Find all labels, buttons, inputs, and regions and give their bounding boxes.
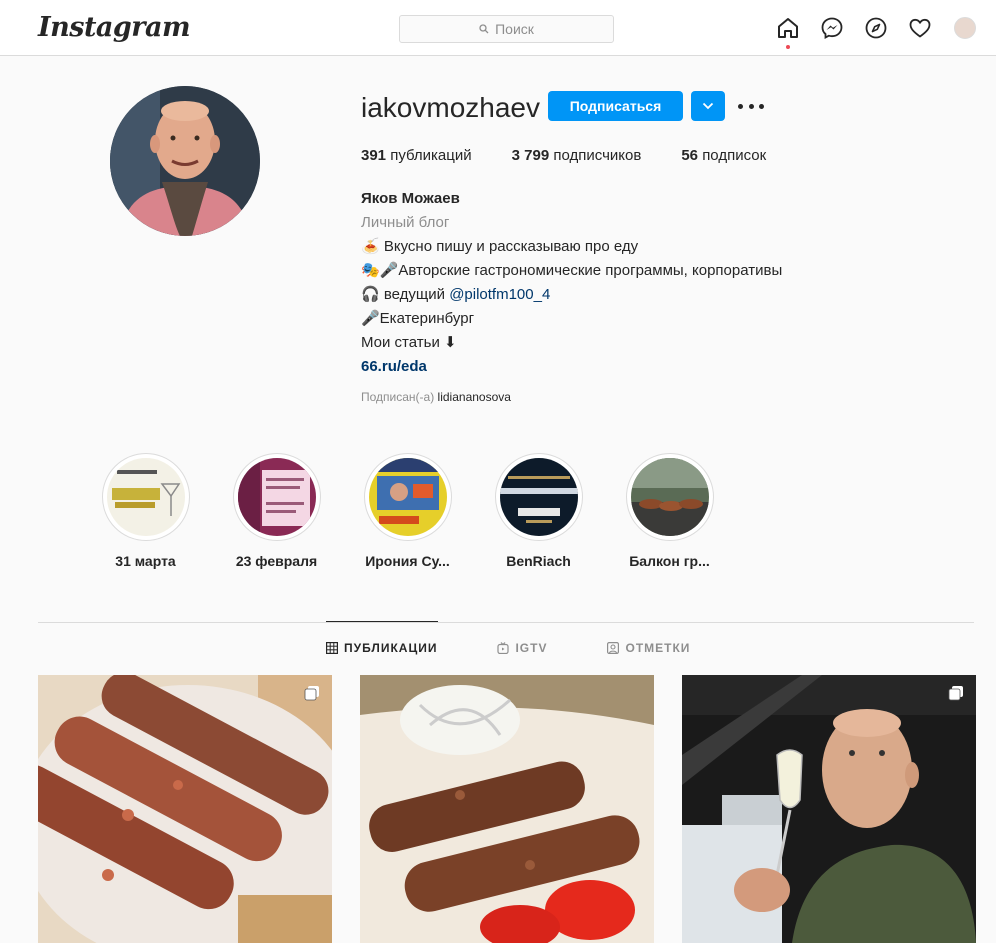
highlight-cover [237,458,316,536]
profile-username: iakovmozhaev [361,92,540,123]
bio-line: 🎤Екатеринбург [361,310,475,327]
home-icon[interactable] [776,16,800,49]
highlight-item[interactable]: Ирония Су... [342,453,473,569]
highlight-label: Ирония Су... [365,553,450,569]
heart-icon[interactable] [908,16,932,40]
highlight-label: 31 марта [115,553,176,569]
highlight-item[interactable]: BenRiach [473,453,604,569]
bio-line: Мои статьи ⬇ [361,334,457,351]
notification-dot [786,45,790,49]
mention-link[interactable]: @pilotfm100_4 [449,286,550,303]
top-navigation-bar: Instagram Поиск [0,0,996,56]
search-icon [479,24,489,34]
search-placeholder: Поиск [495,21,534,37]
followers-count[interactable]: 3 799 подписчиков [512,147,642,164]
profile-tabs: ПУБЛИКАЦИИ IGTV ОТМЕТКИ [326,641,750,655]
search-input[interactable]: Поиск [399,15,614,43]
tab-posts[interactable]: ПУБЛИКАЦИИ [326,641,437,655]
profile-picture[interactable] [110,86,260,236]
suggested-accounts-button[interactable] [691,91,725,121]
carousel-icon [948,686,963,701]
story-highlights: 31 марта 23 февраля Ирония Су... BenRiac… [80,453,735,569]
carousel-icon [304,686,319,701]
highlight-item[interactable]: Балкон гр... [604,453,735,569]
posts-count: 391 публикаций [361,147,472,164]
chevron-down-icon [702,102,714,110]
grid-icon [326,642,338,654]
followed-by[interactable]: Подписан(-а) lidiananosova [361,390,511,404]
bio-line: 🎧 ведущий @pilotfm100_4 [361,286,551,303]
tabs-divider [38,622,974,623]
messenger-icon[interactable] [820,16,844,40]
tagged-icon [607,642,620,654]
post-thumbnail[interactable] [682,675,976,943]
highlight-label: 23 февраля [235,553,318,569]
following-count[interactable]: 56 подписок [681,147,766,164]
profile-stats: 391 публикаций 3 799 подписчиков 56 подп… [361,147,806,164]
highlight-label: Балкон гр... [629,553,710,569]
highlight-cover [630,458,709,536]
highlight-cover [368,458,447,536]
follow-button[interactable]: Подписаться [548,91,683,121]
highlight-cover [106,458,185,536]
highlight-cover [499,458,578,536]
active-tab-indicator [326,621,438,622]
account-category: Личный блог [361,214,450,231]
explore-icon[interactable] [864,16,888,40]
highlight-item[interactable]: 31 марта [80,453,211,569]
website-link[interactable]: 66.ru/eda [361,355,782,379]
bio-line: 🎭🎤Авторские гастрономические программы, … [361,262,783,279]
highlight-item[interactable]: 23 февраля [211,453,342,569]
highlight-label: BenRiach [506,553,571,569]
posts-grid [38,675,996,943]
post-thumbnail[interactable] [360,675,654,943]
full-name: Яков Можаев [361,190,460,207]
instagram-logo[interactable]: Instagram [38,12,191,43]
bio-line: 🍝 Вкусно пишу и рассказываю про еду [361,238,639,255]
profile-avatar[interactable] [954,17,976,39]
tab-tagged[interactable]: ОТМЕТКИ [607,641,690,655]
profile-bio: Яков Можаев Личный блог 🍝 Вкусно пишу и … [361,187,782,379]
tab-igtv[interactable]: IGTV [497,641,547,655]
igtv-icon [497,642,510,654]
more-options-icon[interactable] [738,97,764,115]
post-thumbnail[interactable] [38,675,332,943]
